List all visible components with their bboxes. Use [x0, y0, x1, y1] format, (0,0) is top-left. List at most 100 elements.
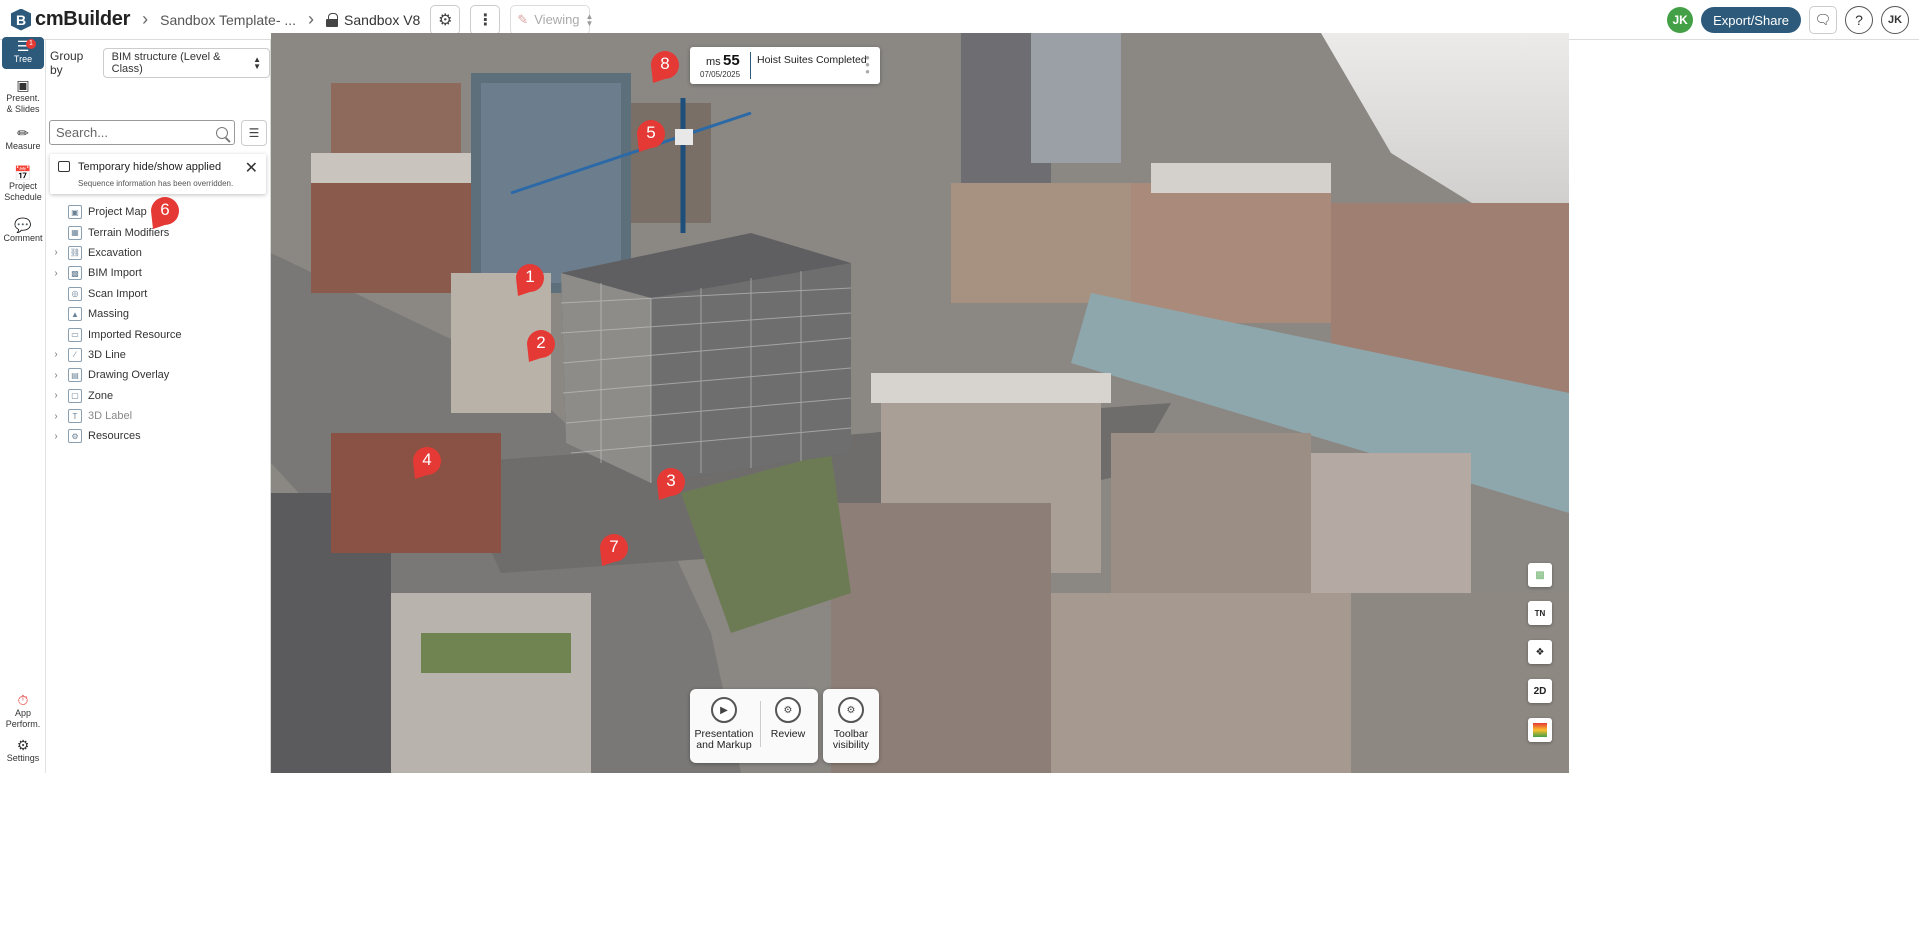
rail-perf-label: App Perform.	[5, 708, 41, 729]
milestone-title: Hoist Suites Completed	[757, 54, 867, 66]
layer-tree: ▣ Project Map ▦ Terrain Modifiers › ⛓ Excavati…	[46, 202, 271, 447]
north-button[interactable]: TN	[1528, 601, 1552, 625]
line-icon: ∕	[68, 347, 82, 362]
chevron-right-icon[interactable]: ›	[46, 247, 66, 258]
legend-button[interactable]	[1528, 718, 1552, 742]
notice-toast: Temporary hide/show applied Sequence inf…	[50, 154, 266, 194]
marker-2[interactable]: 2	[523, 326, 559, 362]
calendar-icon: 📅	[14, 165, 32, 181]
bim-icon: ▩	[68, 266, 82, 281]
tree-item[interactable]: ▲ Massing	[46, 304, 271, 324]
gear-icon: ⚙	[838, 697, 864, 723]
map-icon: ▣	[68, 205, 82, 220]
milestone-card[interactable]: ms 55 07/05/2025 Hoist Suites Completed …	[690, 47, 880, 84]
marker-7[interactable]: 7	[596, 530, 632, 566]
rail-project-schedule[interactable]: 📅 Project Schedule	[2, 165, 44, 203]
breadcrumb-version-label: Sandbox V8	[344, 11, 421, 28]
tree-item-label: Excavation	[88, 246, 142, 259]
tree-item[interactable]: › ▢ Zone	[46, 386, 271, 406]
chevron-right-icon[interactable]: ›	[46, 390, 66, 401]
north-label: TN	[1534, 608, 1546, 618]
notice-subtitle: Sequence information has been overridden…	[78, 179, 234, 188]
mode-select[interactable]: ✎ Viewing ▲ ▼	[510, 4, 593, 35]
chevron-right-icon[interactable]: ›	[46, 370, 66, 381]
visibility-label: Toolbar visibility	[832, 728, 870, 751]
marker-3[interactable]: 3	[653, 464, 689, 500]
review-button[interactable]: ⚙ Review	[756, 689, 820, 763]
groupby-row: Group by BIM structure (Level & Class) ▲…	[50, 48, 270, 78]
presentation-markup-button[interactable]: ▶ Presentation and Markup	[692, 689, 756, 763]
tree-item-label: Resources	[88, 430, 141, 443]
review-icon: ⚙	[775, 697, 801, 723]
bottom-toolbar-group: ▶ Presentation and Markup ⚙ Review	[690, 689, 818, 763]
groupby-select[interactable]: BIM structure (Level & Class) ▲ ▼	[102, 48, 270, 78]
tree-item[interactable]: ▭ Imported Resource	[46, 324, 271, 344]
milestone-divider	[750, 52, 751, 79]
rail-settings[interactable]: ⚙ Settings	[2, 738, 44, 764]
rail-tree-label: Tree	[13, 54, 33, 64]
2d-toggle-button[interactable]: 2D	[1528, 679, 1552, 703]
filter-button[interactable]: ☰	[241, 120, 267, 146]
collaborator-avatar[interactable]: JK	[1667, 7, 1694, 33]
tree-item-label: BIM Import	[88, 267, 142, 280]
rail-comment[interactable]: 💬 Comment	[2, 217, 44, 244]
updown-icon: ▲ ▼	[253, 55, 261, 71]
tree-item[interactable]: › ▤ Drawing Overlay	[46, 365, 271, 385]
rail-comment-label: Comment	[3, 233, 43, 243]
tree-item[interactable]: › ⚙ Resources	[46, 426, 271, 446]
marker-8[interactable]: 8	[647, 47, 683, 83]
tree-item[interactable]: › T 3D Label	[46, 406, 271, 426]
cube-icon: ▭	[68, 327, 82, 342]
marker-4[interactable]: 4	[409, 443, 445, 479]
rail-app-performance[interactable]: ⏱ App Perform.	[2, 693, 44, 730]
kebab-icon: ⋮	[477, 11, 494, 29]
help-button[interactable]: ?	[1845, 6, 1873, 34]
rail-settings-label: Settings	[6, 753, 40, 763]
tree-item-label: Massing	[88, 308, 129, 321]
close-icon[interactable]: ✕	[245, 158, 258, 178]
rail-tree[interactable]: ☰ Tree 1	[2, 37, 44, 69]
chevron-right-icon[interactable]: ›	[46, 349, 66, 360]
breadcrumb-version[interactable]: Sandbox V8	[326, 12, 420, 28]
marker-5[interactable]: 5	[633, 116, 669, 152]
legend-icon	[1533, 723, 1547, 737]
toolbar-visibility-button[interactable]: ⚙ Toolbar visibility	[819, 689, 883, 763]
search-input[interactable]: Search...	[49, 120, 235, 145]
scan-icon: ◎	[68, 286, 82, 301]
drag-handle-icon[interactable]: ● ● ●	[865, 54, 870, 76]
profile-avatar[interactable]: JK	[1881, 6, 1909, 34]
marker-7-label: 7	[609, 537, 619, 556]
layers-button[interactable]: ❖	[1528, 640, 1552, 664]
chevron-right-icon[interactable]: ›	[46, 268, 66, 279]
export-share-button[interactable]: Export/Share	[1701, 7, 1801, 33]
breadcrumb-project[interactable]: Sandbox Template- ...	[160, 12, 296, 28]
marker-6-label: 6	[160, 200, 170, 219]
chevron-right-icon[interactable]: ›	[46, 411, 66, 422]
tree-icon: ☰	[16, 38, 30, 54]
basemap-button[interactable]: ▩	[1528, 563, 1552, 587]
tree-item-label: 3D Label	[88, 410, 133, 423]
mode-2d-label: 2D	[1533, 685, 1547, 697]
more-options-button[interactable]: ⋮	[470, 4, 501, 35]
gear-button[interactable]: ⚙	[430, 4, 461, 35]
rail-measure[interactable]: ✏ Measure	[2, 126, 44, 152]
tree-item[interactable]: › ⛓ Excavation	[46, 243, 271, 263]
lock-icon	[326, 12, 339, 27]
comment-icon: 💬	[14, 217, 32, 233]
tree-item[interactable]: › ∕ 3D Line	[46, 345, 271, 365]
review-label: Review	[770, 728, 806, 740]
rail-measure-label: Measure	[5, 141, 41, 151]
logo-mark: B	[11, 8, 31, 31]
3d-viewport[interactable]	[271, 33, 1569, 773]
app-logo[interactable]: B cmBuilder	[11, 8, 130, 31]
chevron-right-icon[interactable]: ›	[46, 431, 66, 442]
chat-button[interactable]: 🗨	[1809, 6, 1837, 34]
tree-item[interactable]: › ▩ BIM Import	[46, 263, 271, 283]
marker-1[interactable]: 1	[512, 260, 548, 296]
chevron-right-icon: ›	[142, 9, 149, 29]
marker-6[interactable]: 6	[147, 193, 183, 229]
massing-icon: ▲	[68, 307, 82, 322]
rail-present-slides[interactable]: ▣ Present. & Slides	[2, 78, 44, 115]
tree-item[interactable]: ◎ Scan Import	[46, 284, 271, 304]
tree-item-label: Zone	[88, 389, 114, 402]
